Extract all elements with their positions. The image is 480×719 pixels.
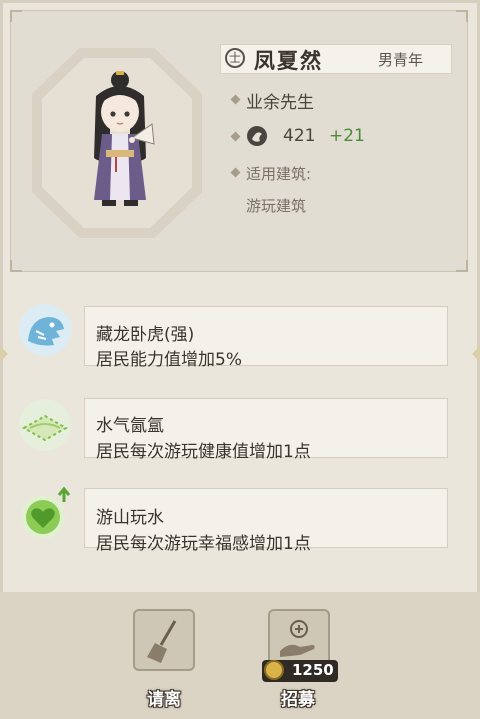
skill-title: 藏龙卧虎(强) [96,325,195,345]
prev-arrow-icon[interactable] [0,346,8,362]
recruit-cost: 1250 [292,661,334,679]
skill-desc: 居民每次游玩幸福感增加1点 [96,534,311,554]
ability-bonus: +21 [329,126,365,146]
mist-icon [19,399,71,451]
tiger-icon [19,304,71,356]
heart-up-icon [21,486,71,539]
ability-value: 421 [283,126,316,146]
character-name: 凤夏然 [254,49,323,73]
dismiss-button[interactable] [133,609,195,671]
next-arrow-icon[interactable] [472,346,480,362]
skill-desc: 居民每次游玩健康值增加1点 [96,442,311,462]
ability-icon [247,126,267,146]
age-group: 男青年 [378,51,424,69]
coin-icon [264,660,284,680]
skill-title: 游山玩水 [96,508,164,528]
skill-desc: 居民能力值增加5% [96,350,242,370]
broom-icon [147,620,177,663]
action-bar [0,592,480,719]
dismiss-label: 请离 [147,690,181,710]
character-portrait [94,71,155,206]
skill-title: 水气氤氲 [96,416,164,436]
gender-icon: 士 [225,48,245,68]
character-role: 业余先生 [246,93,314,113]
recruit-label: 招募 [281,690,315,710]
building-value: 游玩建筑 [246,197,307,215]
building-label: 适用建筑: [246,165,312,183]
